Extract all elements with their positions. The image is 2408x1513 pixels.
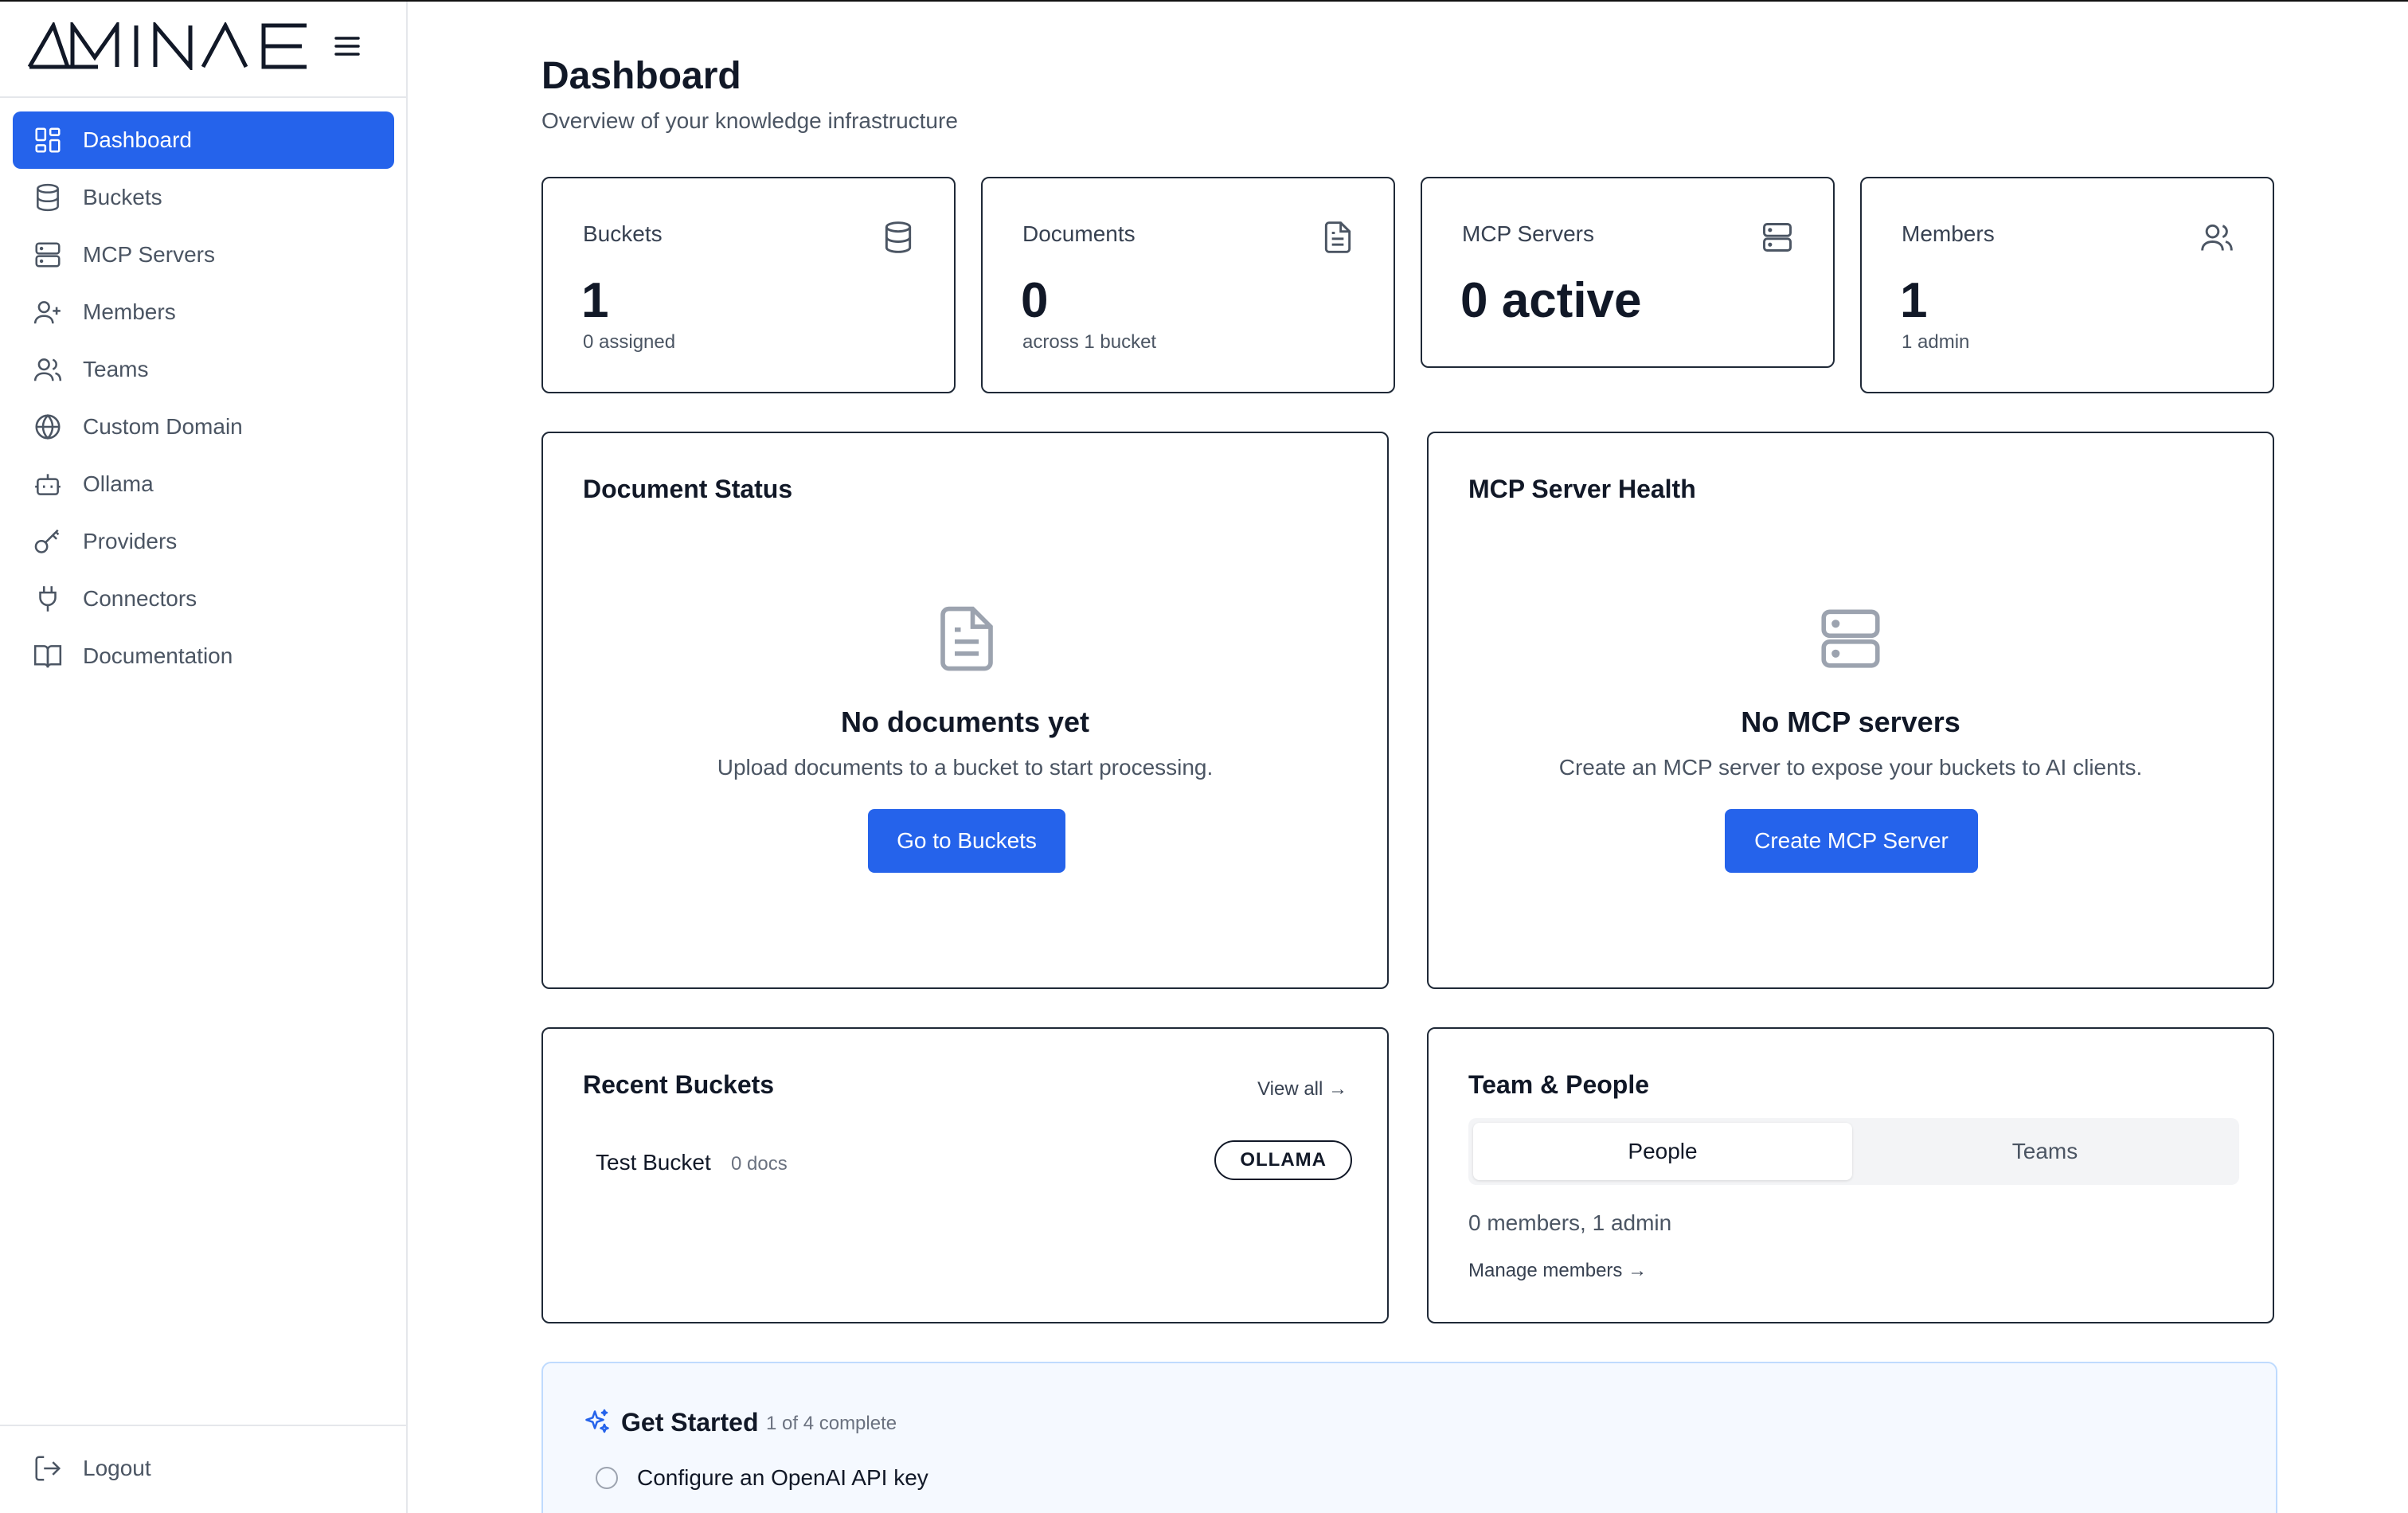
sidebar-nav: Dashboard Buckets MCP Servers Members Te… bbox=[13, 111, 394, 685]
sidebar-item-label: Connectors bbox=[83, 586, 197, 611]
key-icon bbox=[32, 526, 64, 557]
empty-state-text: Upload documents to a bucket to start pr… bbox=[717, 755, 1214, 780]
sidebar-item-members[interactable]: Members bbox=[13, 283, 394, 341]
globe-icon bbox=[32, 411, 64, 443]
people-teams-toggle: People Teams bbox=[1468, 1118, 2239, 1185]
page-title: Dashboard bbox=[541, 55, 741, 97]
logout-icon bbox=[32, 1452, 64, 1484]
sidebar-item-documentation[interactable]: Documentation bbox=[13, 627, 394, 685]
members-summary: 0 members, 1 admin bbox=[1468, 1210, 1672, 1235]
get-started-progress: 1 of 4 complete bbox=[766, 1413, 897, 1434]
user-plus-icon bbox=[32, 296, 64, 328]
sidebar-item-teams[interactable]: Teams bbox=[13, 341, 394, 398]
sparkles-icon bbox=[585, 1409, 609, 1433]
sidebar-item-label: Custom Domain bbox=[83, 414, 243, 439]
menu-toggle-icon[interactable] bbox=[333, 33, 365, 62]
logout-button[interactable]: Logout bbox=[13, 1440, 394, 1497]
sidebar-item-mcp-servers[interactable]: MCP Servers bbox=[13, 226, 394, 283]
stat-card-buckets[interactable]: Buckets 1 0 assigned bbox=[541, 177, 956, 393]
sidebar-item-connectors[interactable]: Connectors bbox=[13, 570, 394, 627]
database-icon bbox=[885, 221, 912, 253]
sidebar-item-ollama[interactable]: Ollama bbox=[13, 455, 394, 513]
team-people-card: Team & People People Teams 0 members, 1 … bbox=[1427, 1027, 2274, 1323]
stat-card-documents[interactable]: Documents 0 across 1 bucket bbox=[981, 177, 1395, 393]
mcp-health-card: MCP Server Health No MCP servers Create … bbox=[1427, 432, 2274, 989]
brand-logo[interactable] bbox=[26, 22, 313, 70]
plug-icon bbox=[32, 583, 64, 615]
bucket-docs: 0 docs bbox=[731, 1153, 788, 1175]
sidebar-item-custom-domain[interactable]: Custom Domain bbox=[13, 398, 394, 455]
recent-buckets-card: Recent Buckets View all → Test Bucket 0 … bbox=[541, 1027, 1389, 1323]
stat-label: MCP Servers bbox=[1462, 221, 1594, 246]
logout-label: Logout bbox=[83, 1456, 151, 1480]
document-status-card: Document Status No documents yet Upload … bbox=[541, 432, 1389, 989]
server-icon bbox=[32, 239, 64, 271]
sidebar-item-label: Dashboard bbox=[83, 127, 192, 152]
file-text-icon bbox=[1324, 221, 1351, 253]
stat-card-mcp-servers[interactable]: MCP Servers 0 active bbox=[1421, 177, 1835, 368]
card-title: Team & People bbox=[1468, 1070, 1650, 1099]
bucket-name: Test Bucket bbox=[596, 1150, 711, 1175]
get-started-panel: Get Started 1 of 4 complete Configure an… bbox=[541, 1362, 2277, 1513]
empty-state-text: Create an MCP server to expose your buck… bbox=[1558, 755, 2143, 780]
go-to-buckets-button[interactable]: Go to Buckets bbox=[868, 809, 1065, 873]
checklist-item[interactable]: Configure an OpenAI API key bbox=[596, 1462, 1233, 1494]
book-icon bbox=[32, 640, 64, 672]
file-text-icon bbox=[940, 606, 993, 671]
stat-label: Members bbox=[1902, 221, 1995, 246]
stat-card-members[interactable]: Members 1 1 admin bbox=[1860, 177, 2274, 393]
server-icon bbox=[1821, 609, 1880, 668]
sidebar-item-dashboard[interactable]: Dashboard bbox=[13, 111, 394, 169]
stat-sub: 0 assigned bbox=[583, 331, 676, 353]
users-icon bbox=[32, 354, 64, 385]
create-mcp-server-button[interactable]: Create MCP Server bbox=[1725, 809, 1978, 873]
view-all-link[interactable]: View all → bbox=[1257, 1078, 1347, 1101]
empty-state-title: No documents yet bbox=[840, 706, 1090, 738]
tab-teams[interactable]: Teams bbox=[1855, 1123, 2234, 1180]
stat-value: 1 bbox=[1900, 273, 1928, 328]
sidebar-item-providers[interactable]: Providers bbox=[13, 513, 394, 570]
stat-value: 0 bbox=[1021, 273, 1049, 328]
page-subtitle: Overview of your knowledge infrastructur… bbox=[541, 108, 958, 133]
empty-state-title: No MCP servers bbox=[1741, 706, 1960, 738]
database-icon bbox=[32, 182, 64, 213]
sidebar-item-label: MCP Servers bbox=[83, 242, 215, 267]
sidebar-item-buckets[interactable]: Buckets bbox=[13, 169, 394, 226]
stat-sub: 1 admin bbox=[1902, 331, 1970, 353]
sidebar-item-label: Teams bbox=[83, 357, 149, 381]
card-title: Recent Buckets bbox=[583, 1070, 775, 1099]
checklist-label: Configure an OpenAI API key bbox=[637, 1465, 928, 1490]
stat-sub: across 1 bucket bbox=[1022, 331, 1157, 353]
manage-members-link[interactable]: Manage members → bbox=[1468, 1260, 1647, 1282]
sidebar-item-label: Ollama bbox=[83, 471, 154, 496]
stat-label: Documents bbox=[1022, 221, 1136, 246]
provider-badge[interactable]: OLLAMA bbox=[1214, 1140, 1352, 1180]
server-icon bbox=[1763, 223, 1792, 252]
tab-people[interactable]: People bbox=[1473, 1123, 1852, 1180]
stat-label: Buckets bbox=[583, 221, 663, 246]
sidebar-item-label: Providers bbox=[83, 529, 178, 553]
stat-value: 0 active bbox=[1460, 273, 1642, 328]
users-icon bbox=[2201, 224, 2233, 251]
sidebar-item-label: Documentation bbox=[83, 643, 233, 668]
bot-icon bbox=[32, 468, 64, 500]
bucket-list-item[interactable]: Test Bucket 0 docs OLLAMA bbox=[596, 1140, 1352, 1185]
card-title: Document Status bbox=[583, 475, 793, 503]
unchecked-circle-icon[interactable] bbox=[596, 1467, 618, 1489]
stat-value: 1 bbox=[581, 273, 609, 328]
sidebar-item-label: Buckets bbox=[83, 185, 162, 209]
get-started-title: Get Started bbox=[621, 1408, 759, 1437]
logo-bar bbox=[0, 2, 406, 98]
card-title: MCP Server Health bbox=[1468, 475, 1696, 503]
logout-section: Logout bbox=[13, 1440, 394, 1497]
sidebar: Dashboard Buckets MCP Servers Members Te… bbox=[0, 2, 408, 1513]
sidebar-divider bbox=[0, 1425, 406, 1426]
sidebar-item-label: Members bbox=[83, 299, 176, 324]
app-root: Dashboard Buckets MCP Servers Members Te… bbox=[0, 0, 2408, 1513]
dashboard-icon bbox=[32, 124, 64, 156]
